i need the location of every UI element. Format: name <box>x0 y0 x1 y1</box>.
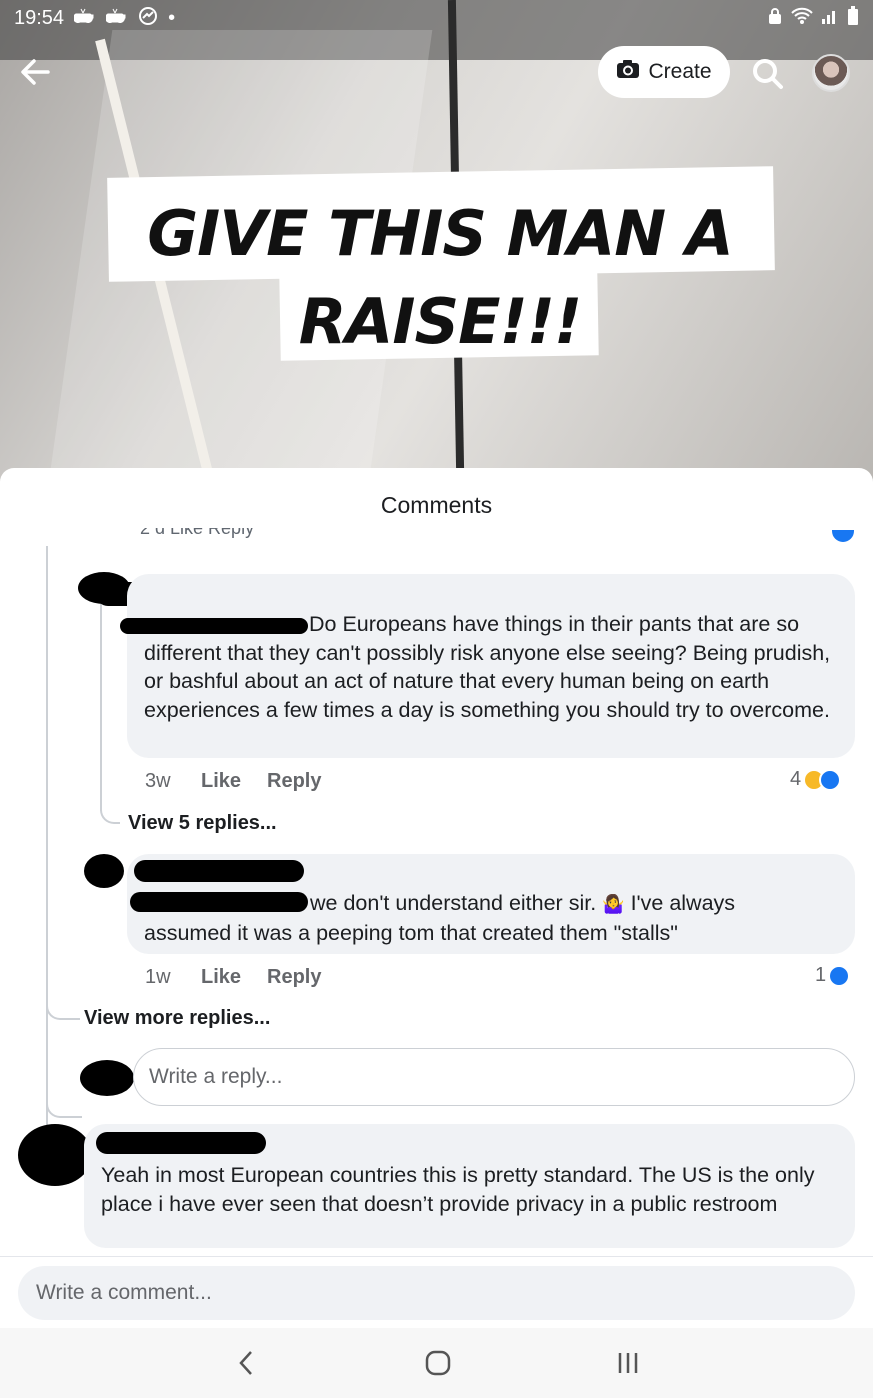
clipped-reaction-badge <box>832 530 854 542</box>
search-icon[interactable] <box>748 54 788 94</box>
thread-line <box>100 593 102 811</box>
reply-input[interactable]: Write a reply... <box>133 1048 855 1106</box>
battery-icon <box>847 5 859 31</box>
headline-line-2: RAISE!!! <box>298 285 583 358</box>
wifi-icon <box>791 7 813 30</box>
redacted-mention <box>120 618 308 634</box>
back-arrow-icon[interactable] <box>16 52 56 92</box>
like-reaction-icon <box>828 964 851 987</box>
reply-button[interactable]: Reply <box>267 770 321 793</box>
signal-icon <box>821 7 839 30</box>
like-reaction-icon <box>819 768 842 791</box>
avatar <box>80 1060 134 1096</box>
redacted-author-name <box>96 1132 266 1154</box>
create-button[interactable]: Create <box>598 46 730 98</box>
comments-title: Comments <box>380 492 493 518</box>
thread-elbow <box>46 1006 80 1020</box>
system-nav-bar <box>0 1328 873 1398</box>
thread-line <box>46 546 48 1146</box>
comment-bubble: Do Europeans have things in their pants … <box>127 574 855 758</box>
create-label: Create <box>648 60 712 83</box>
redacted-author-name <box>134 860 304 882</box>
messenger-icon <box>138 6 158 31</box>
camera-icon <box>616 59 640 85</box>
status-dot: • <box>168 6 176 29</box>
comment-time: 3w <box>145 770 171 792</box>
video-top-bar: Create <box>0 46 873 102</box>
headline-line-1: GIVE THIS MAN A <box>147 197 734 270</box>
home-icon[interactable] <box>418 1346 458 1380</box>
profile-avatar[interactable] <box>812 54 850 92</box>
avatar[interactable] <box>18 1124 92 1186</box>
comments-sheet: Comments 2 d Like Reply Do Europeans hav… <box>0 468 873 1398</box>
comment-time: 1w <box>145 966 171 988</box>
thread-elbow <box>100 798 120 824</box>
emoji-shrug: 🤷‍♀️ <box>602 894 625 914</box>
status-time: 19:54 <box>14 6 65 29</box>
reaction-count: 4 <box>790 768 802 790</box>
redacted-mention <box>130 892 308 912</box>
status-bar: 19:54 • <box>0 0 873 36</box>
comment-input[interactable]: Write a comment... <box>18 1266 855 1320</box>
notification-icon <box>73 8 96 29</box>
lock-icon <box>767 7 783 30</box>
thread-elbow <box>46 1088 82 1118</box>
comment-composer: Write a comment... <box>0 1256 873 1328</box>
video-headline: GIVE THIS MAN A RAISE!!! <box>100 190 780 366</box>
like-button[interactable]: Like <box>201 770 241 793</box>
reaction-summary[interactable]: 4 <box>790 768 842 791</box>
recents-icon[interactable] <box>608 1346 648 1380</box>
notification-icon <box>105 8 128 29</box>
reaction-summary[interactable]: 1 <box>815 964 851 987</box>
chevron-left-icon[interactable] <box>226 1346 266 1380</box>
comment-text: Yeah in most European countries this is … <box>101 1163 815 1216</box>
view-replies-link[interactable]: View 5 replies... <box>128 812 277 835</box>
like-button[interactable]: Like <box>201 966 241 989</box>
reply-button[interactable]: Reply <box>267 966 321 989</box>
reaction-count: 1 <box>815 964 827 986</box>
view-more-replies-link[interactable]: View more replies... <box>84 1007 270 1030</box>
avatar[interactable] <box>84 854 124 888</box>
clipped-comment-meta: 2 d Like Reply <box>140 528 255 538</box>
